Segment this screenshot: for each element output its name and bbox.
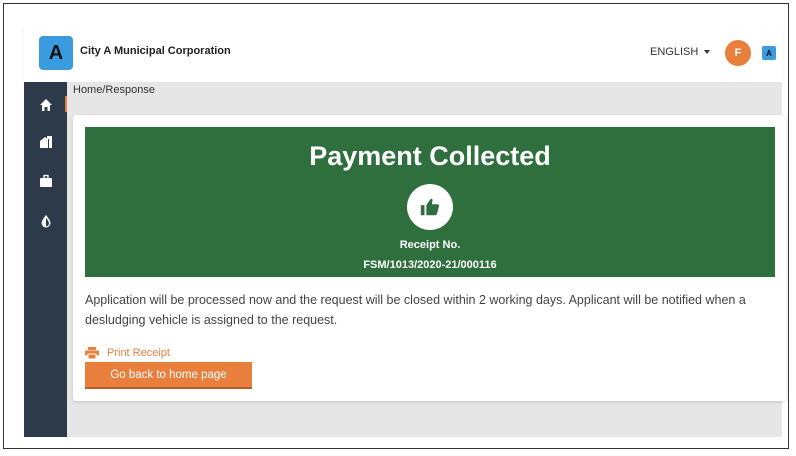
language-label: ENGLISH: [650, 46, 699, 58]
sidebar-item-drop[interactable]: [24, 206, 67, 236]
print-receipt-label: Print Receipt: [107, 347, 170, 359]
status-message: Application will be processed now and th…: [85, 293, 746, 327]
app-logo[interactable]: A: [39, 36, 73, 70]
print-receipt-link[interactable]: Print Receipt: [85, 347, 170, 359]
success-banner: Payment Collected Receipt No. FSM/1013/2…: [85, 127, 775, 277]
drop-icon: [41, 215, 50, 228]
receipt-label: Receipt No.: [399, 239, 461, 251]
response-card: Payment Collected Receipt No. FSM/1013/2…: [73, 115, 786, 401]
chevron-down-icon: [704, 50, 711, 54]
top-bar: A City A Municipal Corporation ENGLISH F…: [24, 26, 782, 83]
home-icon: [39, 99, 52, 111]
main-content: Home/Response Payment Collected Receipt …: [67, 82, 786, 437]
printer-icon: [85, 347, 99, 359]
sidebar-item-buildings[interactable]: [24, 127, 67, 157]
thumbs-up-icon: [407, 184, 453, 230]
app-switch-badge[interactable]: A: [762, 46, 776, 60]
language-selector[interactable]: ENGLISH: [650, 46, 711, 58]
sidebar: [24, 82, 67, 437]
briefcase-icon: [39, 174, 52, 187]
banner-title: Payment Collected: [309, 141, 551, 171]
building-icon: [39, 136, 52, 148]
breadcrumb[interactable]: Home/Response: [73, 84, 155, 96]
user-avatar[interactable]: F: [725, 40, 751, 66]
app-frame: A City A Municipal Corporation ENGLISH F…: [3, 3, 789, 449]
sidebar-item-home[interactable]: [24, 90, 67, 120]
sidebar-item-briefcase[interactable]: [24, 166, 67, 196]
receipt-number: FSM/1013/2020-21/000116: [363, 259, 497, 271]
go-home-button[interactable]: Go back to home page: [85, 362, 252, 389]
org-name: City A Municipal Corporation: [80, 45, 231, 57]
